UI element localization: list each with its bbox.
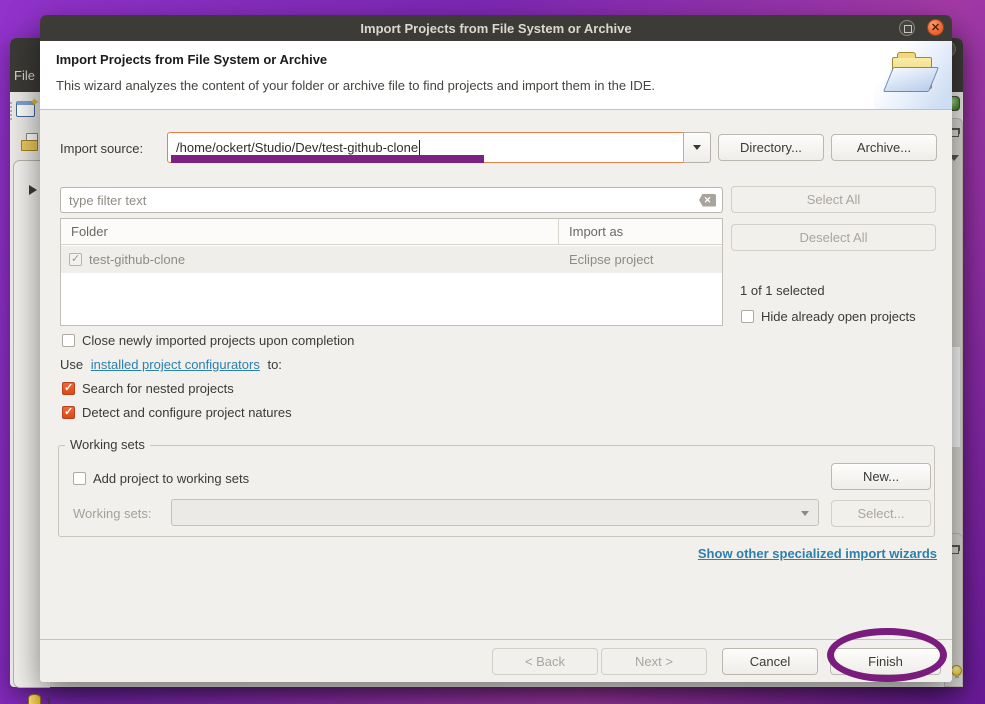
page-title: Import Projects from File System or Arch… xyxy=(56,52,327,67)
table-header[interactable]: Folder Import as xyxy=(61,219,722,245)
filter-input[interactable] xyxy=(61,193,699,208)
project-natures-checkbox[interactable] xyxy=(62,406,75,419)
add-working-sets-checkbox[interactable] xyxy=(73,472,86,485)
import-source-label: Import source: xyxy=(60,141,143,156)
dialog-titlebar[interactable]: Import Projects from File System or Arch… xyxy=(40,15,952,41)
column-separator[interactable] xyxy=(558,219,559,245)
archive-button[interactable]: Archive... xyxy=(831,134,937,161)
select-working-set-button[interactable]: Select... xyxy=(831,500,931,527)
hide-open-label: Hide already open projects xyxy=(761,309,916,324)
add-working-sets-row[interactable]: Add project to working sets xyxy=(73,471,249,486)
toolbar-grip xyxy=(10,102,13,120)
chevron-down-icon xyxy=(801,511,809,516)
projects-table: Folder Import as test-github-clone Eclip… xyxy=(60,218,723,326)
filter-field: ✕ xyxy=(60,187,723,213)
working-sets-combo[interactable] xyxy=(171,499,819,526)
expander-icon[interactable] xyxy=(29,185,37,195)
menu-file[interactable]: File xyxy=(14,68,35,83)
star-icon: ✦ xyxy=(30,96,39,109)
chevron-down-icon xyxy=(693,145,701,150)
row-import-as-cell: Eclipse project xyxy=(569,252,654,267)
annotation-ellipse xyxy=(827,628,947,682)
selection-status: 1 of 1 selected xyxy=(740,283,825,298)
hide-open-projects-row[interactable]: Hide already open projects xyxy=(741,309,916,324)
close-after-import-label: Close newly imported projects upon compl… xyxy=(82,333,354,348)
annotation-underline xyxy=(171,155,484,163)
database-icon xyxy=(28,694,41,704)
import-projects-dialog: Import Projects from File System or Arch… xyxy=(40,15,952,682)
back-button[interactable]: < Back xyxy=(492,648,598,675)
clear-filter-icon[interactable]: ✕ xyxy=(699,194,716,207)
close-after-import-checkbox[interactable] xyxy=(62,334,75,347)
project-natures-row[interactable]: Detect and configure project natures xyxy=(62,405,292,420)
dialog-title: Import Projects from File System or Arch… xyxy=(360,21,631,36)
add-working-sets-label: Add project to working sets xyxy=(93,471,249,486)
page-description: This wizard analyzes the content of your… xyxy=(56,78,655,93)
deselect-all-button[interactable]: Deselect All xyxy=(731,224,936,251)
next-button[interactable]: Next > xyxy=(601,648,707,675)
row-checkbox[interactable] xyxy=(69,253,82,266)
other-wizards-link[interactable]: Show other specialized import wizards xyxy=(698,546,937,561)
working-sets-legend: Working sets xyxy=(65,437,150,452)
wizard-banner: Import Projects from File System or Arch… xyxy=(40,41,952,110)
configurators-line: Use installed project configurators to: xyxy=(60,357,282,372)
table-row[interactable]: test-github-clone Eclipse project xyxy=(61,246,722,273)
maximize-icon[interactable] xyxy=(899,20,915,36)
button-bar: < Back Next > Cancel Finish xyxy=(40,639,952,682)
directory-button[interactable]: Directory... xyxy=(718,134,824,161)
new-wizard-icon[interactable]: ✦ xyxy=(16,101,35,117)
column-import-as[interactable]: Import as xyxy=(569,224,623,239)
project-explorer-icon[interactable] xyxy=(21,140,38,151)
use-suffix: to: xyxy=(267,357,281,372)
working-sets-combo-label: Working sets: xyxy=(73,506,152,521)
status-count: 1 xyxy=(45,695,52,704)
close-icon[interactable]: ✕ xyxy=(927,19,944,36)
import-source-value: /home/ockert/Studio/Dev/test-github-clon… xyxy=(176,140,418,155)
nested-projects-checkbox[interactable] xyxy=(62,382,75,395)
lightbulb-icon xyxy=(951,665,962,676)
project-natures-label: Detect and configure project natures xyxy=(82,405,292,420)
hide-open-checkbox[interactable] xyxy=(741,310,754,323)
select-all-button[interactable]: Select All xyxy=(731,186,936,213)
nested-projects-label: Search for nested projects xyxy=(82,381,234,396)
use-prefix: Use xyxy=(60,357,83,372)
nested-projects-row[interactable]: Search for nested projects xyxy=(62,381,234,396)
working-sets-group: Working sets Add project to working sets… xyxy=(58,445,935,537)
cancel-button[interactable]: Cancel xyxy=(722,648,818,675)
configurators-link[interactable]: installed project configurators xyxy=(91,357,260,372)
row-folder-cell: test-github-clone xyxy=(89,252,185,267)
import-source-dropdown-button[interactable] xyxy=(683,132,711,163)
text-caret xyxy=(419,140,420,156)
column-folder[interactable]: Folder xyxy=(71,224,108,239)
close-after-import-row[interactable]: Close newly imported projects upon compl… xyxy=(62,333,354,348)
banner-art xyxy=(874,41,952,109)
new-working-set-button[interactable]: New... xyxy=(831,463,931,490)
